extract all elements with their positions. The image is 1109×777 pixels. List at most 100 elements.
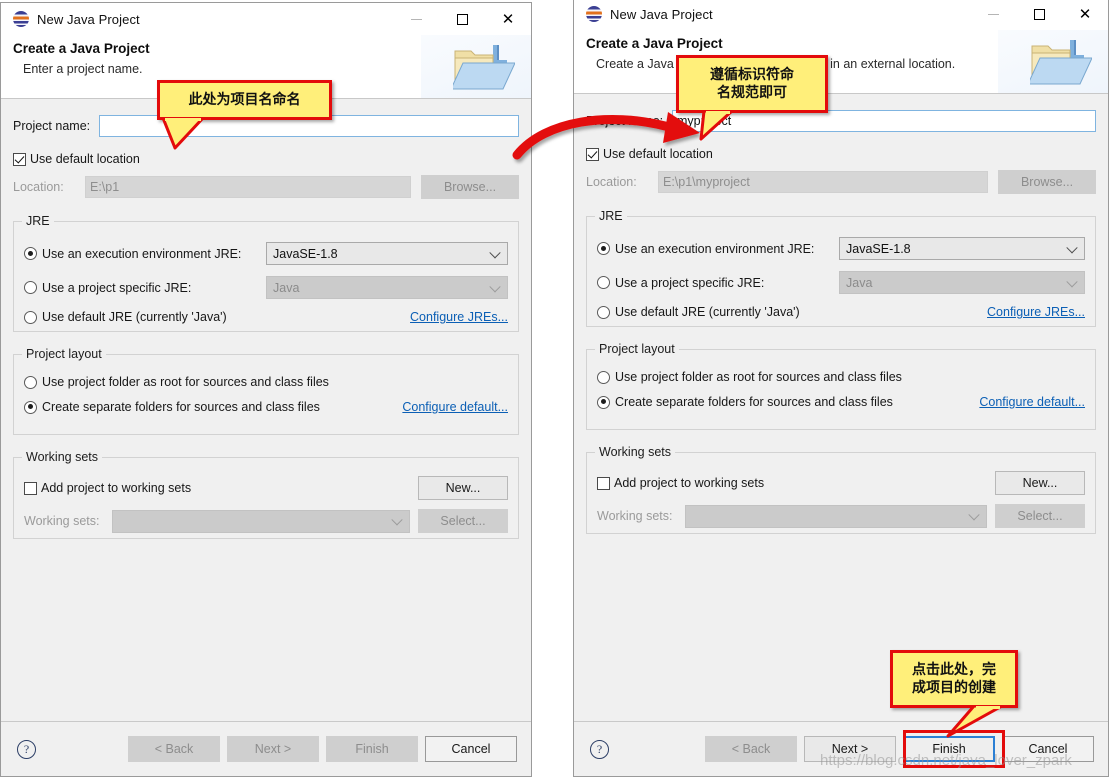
next-button[interactable]: Next >	[804, 736, 896, 762]
jre-specific-radio[interactable]	[597, 276, 610, 289]
header-banner-left	[421, 35, 531, 98]
java-project-icon	[586, 6, 602, 22]
window-title: New Java Project	[37, 11, 140, 27]
working-sets-group-title: Working sets	[595, 445, 676, 459]
use-default-location-row[interactable]: Use default location	[586, 147, 1096, 161]
working-sets-group: Working sets Add project to working sets…	[13, 450, 519, 539]
java-folder-icon	[453, 45, 515, 90]
jre-default-radio[interactable]	[597, 305, 610, 319]
chevron-down-icon	[968, 509, 980, 521]
configure-default-link[interactable]: Configure default...	[979, 395, 1085, 409]
layout-separate-label: Create separate folders for sources and …	[42, 400, 320, 414]
footer-left: ? < Back Next > Finish Cancel	[1, 721, 531, 776]
layout-separate-row[interactable]: Create separate folders for sources and …	[597, 395, 1085, 409]
body-right: Project name: myproject Use default loca…	[574, 110, 1108, 534]
new-working-set-button[interactable]: New...	[995, 471, 1085, 495]
jre-default-label: Use default JRE (currently 'Java')	[615, 305, 800, 319]
add-to-working-sets-row[interactable]: Add project to working sets New...	[597, 471, 1085, 495]
layout-separate-row[interactable]: Create separate folders for sources and …	[24, 400, 508, 414]
working-sets-label: Working sets:	[597, 509, 673, 523]
project-name-label: Project name:	[586, 114, 664, 128]
jre-specific-label: Use a project specific JRE:	[42, 280, 192, 295]
configure-default-link[interactable]: Configure default...	[402, 400, 508, 414]
close-icon[interactable]: ✕	[1062, 0, 1108, 30]
jre-default-label: Use default JRE (currently 'Java')	[42, 310, 227, 324]
layout-root-row[interactable]: Use project folder as root for sources a…	[24, 375, 508, 389]
jre-exec-env-combo[interactable]: JavaSE-1.8	[839, 237, 1085, 260]
jre-exec-env-row[interactable]: Use an execution environment JRE: JavaSE…	[597, 237, 1085, 260]
footer-buttons-right: < Back Next > Finish Cancel	[705, 736, 1094, 762]
cancel-button[interactable]: Cancel	[1002, 736, 1094, 762]
layout-separate-radio[interactable]	[597, 395, 610, 409]
add-to-working-sets-checkbox[interactable]	[597, 476, 610, 490]
jre-default-row[interactable]: Use default JRE (currently 'Java') Confi…	[24, 310, 508, 324]
jre-specific-value: Java	[273, 280, 300, 295]
maximize-icon[interactable]	[1016, 0, 1062, 30]
window-controls-right: ✕	[970, 0, 1108, 30]
jre-specific-row[interactable]: Use a project specific JRE: Java	[24, 276, 508, 299]
jre-exec-env-radio[interactable]	[597, 242, 610, 255]
new-working-set-button[interactable]: New...	[418, 476, 508, 500]
use-default-location-checkbox[interactable]	[13, 152, 26, 166]
help-icon[interactable]: ?	[17, 739, 36, 759]
minimize-icon[interactable]	[393, 3, 439, 35]
configure-jres-link[interactable]: Configure JREs...	[987, 305, 1085, 319]
layout-root-row[interactable]: Use project folder as root for sources a…	[597, 370, 1085, 384]
back-button: < Back	[705, 736, 797, 762]
close-icon[interactable]: ✕	[485, 3, 531, 35]
add-to-working-sets-row[interactable]: Add project to working sets New...	[24, 476, 508, 500]
titlebar-left: New Java Project ✕	[1, 3, 531, 35]
jre-exec-env-value: JavaSE-1.8	[846, 241, 911, 256]
project-layout-group-title: Project layout	[595, 342, 679, 356]
help-icon[interactable]: ?	[590, 739, 609, 759]
configure-jres-link[interactable]: Configure JREs...	[410, 310, 508, 324]
working-sets-combo	[685, 504, 987, 528]
jre-specific-combo: Java	[266, 276, 508, 299]
header-banner-right	[998, 30, 1108, 93]
add-to-working-sets-checkbox[interactable]	[24, 481, 37, 495]
jre-exec-env-radio[interactable]	[24, 247, 37, 260]
project-name-input[interactable]	[99, 115, 519, 137]
working-sets-group-title: Working sets	[22, 450, 103, 464]
project-name-row: Project name: myproject	[586, 110, 1096, 132]
layout-separate-radio[interactable]	[24, 400, 37, 414]
jre-specific-label: Use a project specific JRE:	[615, 275, 765, 290]
finish-button[interactable]: Finish	[903, 736, 995, 762]
chevron-down-icon	[1066, 241, 1078, 253]
jre-specific-radio[interactable]	[24, 281, 37, 294]
dialog-left-new-java-project: New Java Project ✕ Create a Java Project…	[0, 2, 532, 777]
project-name-value: myproject	[677, 114, 732, 128]
use-default-location-checkbox[interactable]	[586, 147, 599, 161]
titlebar-right: New Java Project ✕	[574, 0, 1108, 30]
jre-group: JRE Use an execution environment JRE: Ja…	[13, 214, 519, 332]
jre-default-row[interactable]: Use default JRE (currently 'Java') Confi…	[597, 305, 1085, 319]
location-row: Location: E:\p1\myproject Browse...	[586, 170, 1096, 194]
layout-root-radio[interactable]	[597, 370, 610, 384]
working-sets-select-row: Working sets: Select...	[597, 504, 1085, 528]
project-layout-group-title: Project layout	[22, 347, 106, 361]
chevron-down-icon	[489, 246, 501, 258]
location-value: E:\p1	[90, 180, 120, 194]
use-default-location-label: Use default location	[30, 152, 140, 166]
next-button: Next >	[227, 736, 319, 762]
cancel-button[interactable]: Cancel	[425, 736, 517, 762]
use-default-location-row[interactable]: Use default location	[13, 152, 519, 166]
window-title: New Java Project	[610, 6, 713, 22]
jre-default-radio[interactable]	[24, 310, 37, 324]
jre-specific-combo: Java	[839, 271, 1085, 294]
jre-exec-env-combo[interactable]: JavaSE-1.8	[266, 242, 508, 265]
jre-specific-row[interactable]: Use a project specific JRE: Java	[597, 271, 1085, 294]
chevron-down-icon	[489, 280, 501, 292]
java-folder-icon	[1030, 40, 1092, 85]
use-default-location-label: Use default location	[603, 147, 713, 161]
dialog-right-new-java-project: New Java Project ✕ Create a Java Project…	[573, 0, 1109, 777]
project-layout-group: Project layout Use project folder as roo…	[13, 347, 519, 435]
location-label: Location:	[13, 180, 64, 194]
jre-exec-env-row[interactable]: Use an execution environment JRE: JavaSE…	[24, 242, 508, 265]
window-controls-left: ✕	[393, 3, 531, 35]
minimize-icon[interactable]	[970, 0, 1016, 30]
maximize-icon[interactable]	[439, 3, 485, 35]
layout-separate-label: Create separate folders for sources and …	[615, 395, 893, 409]
layout-root-radio[interactable]	[24, 375, 37, 389]
project-name-input[interactable]: myproject	[672, 110, 1096, 132]
